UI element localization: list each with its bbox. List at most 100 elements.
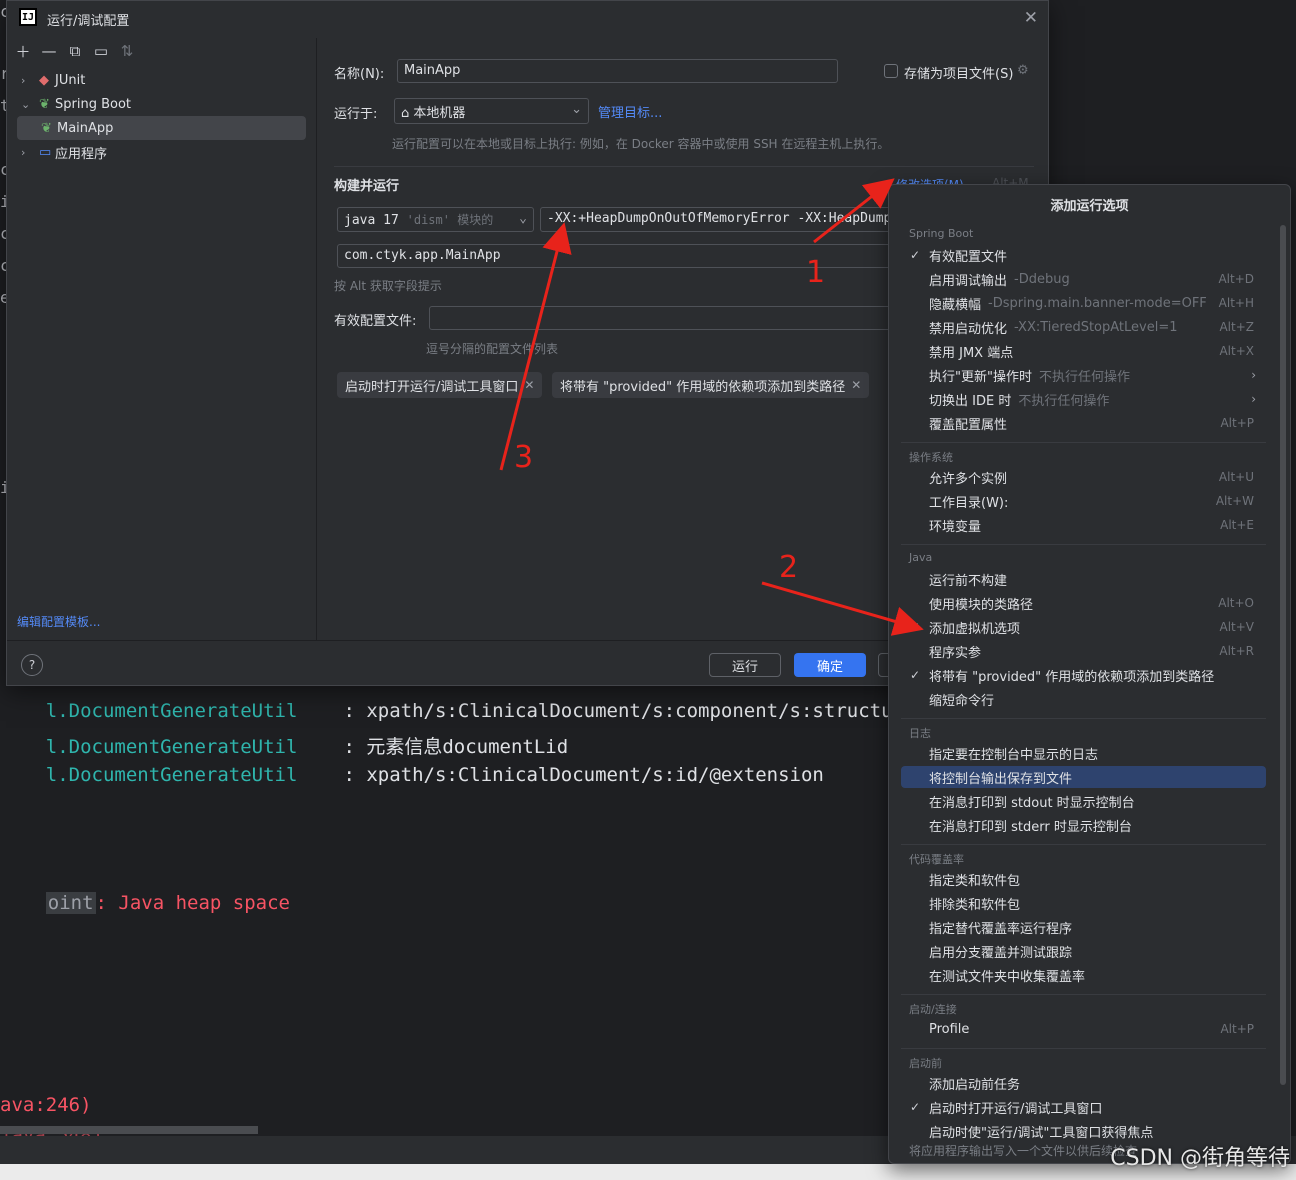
- profiles-hint: 逗号分隔的配置文件列表: [426, 342, 559, 356]
- menu-item[interactable]: 将控制台输出保存到文件: [901, 766, 1266, 788]
- chevron-down-icon[interactable]: ⌄: [21, 98, 33, 111]
- menu-item[interactable]: ✓ 将带有 "provided" 作用域的依赖项添加到类路径: [901, 664, 1266, 686]
- popup-scrollbar[interactable]: [1280, 225, 1286, 1085]
- menu-item[interactable]: 覆盖配置属性 Alt+P: [901, 412, 1266, 434]
- manage-targets-link[interactable]: 管理目标...: [598, 102, 662, 121]
- menu-item-label: 允许多个实例: [929, 471, 1008, 487]
- console-error-line: oint: Java heap space: [0, 870, 290, 936]
- close-icon[interactable]: ✕: [524, 378, 534, 392]
- tree-item-junit[interactable]: › ◆ JUnit: [7, 68, 316, 92]
- menu-item[interactable]: ✓ 启动时打开运行/调试工具窗口: [901, 1096, 1266, 1118]
- remove-icon[interactable]: —: [41, 42, 57, 60]
- junit-icon: ◆: [39, 72, 49, 88]
- add-run-options-popup: 添加运行选项 Spring Boot ✓ 有效配置文件 启用调试输出 -Ddebug Al…: [888, 184, 1291, 1164]
- menu-item-shortcut: Alt+P: [1220, 1022, 1254, 1036]
- menu-item-detail: -Ddebug: [1014, 271, 1070, 287]
- config-tree-panel: ＋ — ⧉ ▭ ⇅ › ◆ JUnit ⌄ ❦ Spring Boot ❦ Ma…: [7, 38, 317, 640]
- menu-item[interactable]: 缩短命令行: [901, 688, 1266, 710]
- menu-item[interactable]: 程序实参 Alt+R: [901, 640, 1266, 662]
- help-button[interactable]: ?: [21, 654, 43, 676]
- console-horizontal-scrollbar[interactable]: [0, 1126, 258, 1134]
- chip-label: 启动时打开运行/调试工具窗口: [345, 379, 519, 395]
- chevron-right-icon[interactable]: ›: [21, 146, 33, 159]
- menu-item[interactable]: 添加启动前任务: [901, 1072, 1266, 1094]
- console-logger: l.DocumentGenerateUtil: [45, 764, 298, 786]
- menu-item[interactable]: 禁用 JMX 端点 Alt+X: [901, 340, 1266, 362]
- menu-group-label: Java: [909, 551, 933, 564]
- vm-options-field[interactable]: -XX:+HeapDumpOnOutOfMemoryError -XX:Heap…: [540, 207, 895, 232]
- menu-item[interactable]: 切换出 IDE 时不执行任何操作 ›: [901, 388, 1266, 410]
- active-profiles-field[interactable]: [429, 306, 895, 330]
- menu-item[interactable]: 启动时使"运行/调试"工具窗口获得焦点: [901, 1120, 1266, 1142]
- menu-item[interactable]: 环境变量 Alt+E: [901, 514, 1266, 536]
- menu-item[interactable]: ✓ 有效配置文件: [901, 244, 1266, 266]
- menu-item[interactable]: Profile Alt+P: [901, 1018, 1266, 1040]
- menu-separator: [901, 994, 1266, 995]
- application-icon: ▭: [39, 144, 52, 160]
- menu-group-label: 代码覆盖率: [909, 853, 964, 866]
- menu-item-label: 切换出 IDE 时: [929, 393, 1012, 409]
- menu-item[interactable]: ✓ 添加虚拟机选项 Alt+V: [901, 616, 1266, 638]
- menu-item-label: 启动时打开运行/调试工具窗口: [929, 1101, 1103, 1117]
- menu-item[interactable]: 指定类和软件包: [901, 868, 1266, 890]
- menu-item[interactable]: 启用调试输出 -Ddebug Alt+D: [901, 268, 1266, 290]
- close-icon[interactable]: ✕: [1024, 8, 1038, 28]
- tree-item-mainapp[interactable]: ❦ MainApp: [17, 116, 306, 140]
- annotation-label-1: 1: [806, 255, 826, 290]
- close-icon[interactable]: ✕: [851, 378, 861, 392]
- section-divider: [334, 166, 1034, 167]
- menu-item-label: 环境变量: [929, 519, 982, 535]
- menu-item[interactable]: 工作目录(W): Alt+W: [901, 490, 1266, 512]
- jdk-dropdown[interactable]: java 17 'dism' 模块的 ⌄: [337, 207, 534, 232]
- menu-separator: [901, 1048, 1266, 1049]
- store-as-file-checkbox[interactable]: [884, 64, 898, 78]
- tree-item-spring-boot[interactable]: ⌄ ❦ Spring Boot: [7, 92, 316, 116]
- folder-icon[interactable]: ▭: [93, 42, 109, 60]
- menu-item[interactable]: 指定要在控制台中显示的日志: [901, 742, 1266, 764]
- intellij-logo-icon: IJ: [19, 8, 37, 26]
- menu-item[interactable]: 禁用启动优化 -XX:TieredStopAtLevel=1 Alt+Z: [901, 316, 1266, 338]
- menu-item[interactable]: 允许多个实例 Alt+U: [901, 466, 1266, 488]
- run-button[interactable]: 运行: [709, 653, 781, 677]
- sort-icon[interactable]: ⇅: [119, 42, 135, 60]
- menu-item-label: 将控制台输出保存到文件: [929, 771, 1073, 787]
- spring-boot-icon: ❦: [39, 96, 50, 112]
- tree-item-label: Spring Boot: [55, 96, 132, 112]
- run-on-dropdown[interactable]: ⌂ 本地机器 ⌄: [394, 98, 589, 124]
- dialog-title: 运行/调试配置: [47, 14, 130, 29]
- menu-item-label: 执行"更新"操作时: [929, 369, 1032, 385]
- option-chip[interactable]: 将带有 "provided" 作用域的依赖项添加到类路径 ✕: [552, 372, 870, 398]
- tree-item-application[interactable]: › ▭ 应用程序: [7, 140, 316, 164]
- menu-item-label: 隐藏横幅: [929, 297, 982, 313]
- option-chip[interactable]: 启动时打开运行/调试工具窗口 ✕: [337, 372, 543, 398]
- menu-item-label: 在消息打印到 stdout 时显示控制台: [929, 795, 1135, 811]
- menu-item-shortcut: Alt+E: [1220, 518, 1254, 532]
- menu-item-shortcut: Alt+V: [1219, 620, 1254, 634]
- menu-item[interactable]: 隐藏横幅 -Dspring.main.banner-mode=OFF Alt+H: [901, 292, 1266, 314]
- popup-footer-hint: 将应用程序输出写入一个文件以供后续检查: [909, 1144, 1138, 1158]
- menu-item-label: 工作目录(W):: [929, 495, 1009, 511]
- ok-button[interactable]: 确定: [794, 653, 866, 677]
- add-icon[interactable]: ＋: [15, 42, 31, 61]
- menu-item[interactable]: 运行前不构建: [901, 568, 1266, 590]
- chevron-right-icon[interactable]: ›: [21, 74, 33, 87]
- menu-item[interactable]: 指定替代覆盖率运行程序: [901, 916, 1266, 938]
- menu-item[interactable]: 在测试文件夹中收集覆盖率: [901, 964, 1266, 986]
- menu-item-shortcut: Alt+D: [1218, 272, 1254, 286]
- tree-item-label: MainApp: [57, 120, 114, 136]
- tree-item-label: JUnit: [55, 72, 86, 88]
- menu-item-label: 运行前不构建: [929, 573, 1008, 589]
- menu-item[interactable]: 在消息打印到 stderr 时显示控制台: [901, 814, 1266, 836]
- menu-item[interactable]: 使用模块的类路径 Alt+O: [901, 592, 1266, 614]
- menu-item[interactable]: 执行"更新"操作时 不执行任何操作 ›: [901, 364, 1266, 386]
- menu-item[interactable]: 在消息打印到 stdout 时显示控制台: [901, 790, 1266, 812]
- edit-templates-link[interactable]: 编辑配置模板...: [17, 613, 100, 630]
- name-field[interactable]: MainApp: [397, 59, 838, 83]
- gear-icon[interactable]: ⚙: [1017, 63, 1029, 78]
- store-as-file-label: 存储为项目文件(S): [904, 67, 1014, 82]
- menu-item[interactable]: 启用分支覆盖并测试跟踪: [901, 940, 1266, 962]
- menu-item-label: 排除类和软件包: [929, 897, 1021, 913]
- copy-icon[interactable]: ⧉: [67, 42, 83, 60]
- menu-item[interactable]: 排除类和软件包: [901, 892, 1266, 914]
- console-message: : xpath/s:ClinicalDocument/s:id/@extensi…: [343, 764, 824, 786]
